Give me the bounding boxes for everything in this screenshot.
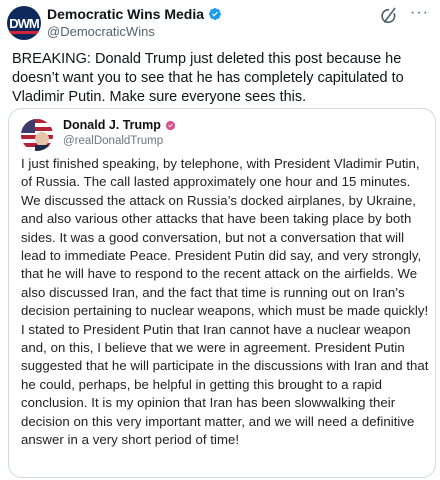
avatar-initials: DWM bbox=[9, 15, 39, 31]
quoted-handle: @realDonaldTrump bbox=[63, 135, 164, 147]
quoted-post-text: I just finished speaking, by telephone, … bbox=[21, 156, 429, 448]
more-icon[interactable]: ··· bbox=[410, 4, 429, 22]
avatar[interactable]: DWM bbox=[7, 6, 41, 40]
quoted-verified-badge-icon bbox=[165, 120, 176, 130]
handle[interactable]: @DemocraticWins bbox=[47, 24, 155, 39]
quoted-name-row: Donald J. Trump bbox=[63, 118, 176, 132]
display-name[interactable]: Democratic Wins Media bbox=[47, 6, 204, 22]
grok-icon[interactable] bbox=[378, 6, 398, 26]
flag-avatar-image bbox=[21, 119, 53, 151]
name-row: Democratic Wins Media bbox=[47, 6, 222, 22]
quoted-display-name: Donald J. Trump bbox=[63, 118, 161, 132]
quoted-avatar bbox=[21, 119, 53, 151]
post-header: DWM Democratic Wins Media @DemocraticWin… bbox=[0, 0, 440, 44]
verified-badge-icon bbox=[209, 8, 222, 20]
avatar-stripe bbox=[7, 31, 41, 34]
tweet-text: BREAKING: Donald Trump just deleted this… bbox=[12, 51, 404, 105]
quoted-post-screenshot: Donald J. Trump @realDonaldTrump I just … bbox=[8, 108, 436, 478]
